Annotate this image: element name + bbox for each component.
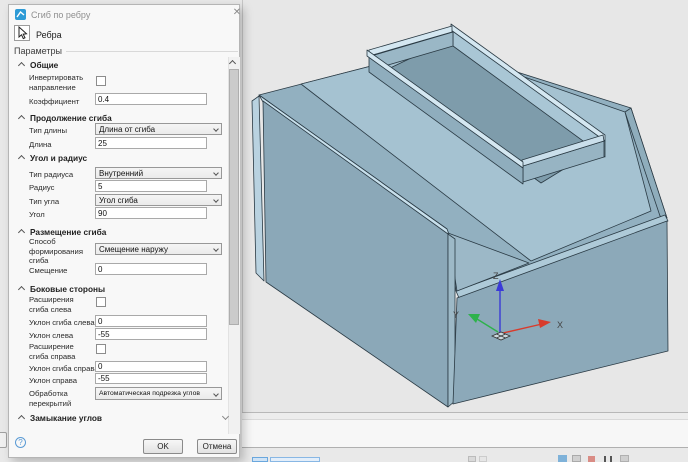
overlap-handling-dropdown[interactable]: Автоматическая подрезка углов — [95, 387, 222, 400]
chevron-down-icon — [213, 197, 219, 203]
length-input[interactable] — [95, 137, 207, 149]
bottom-toolbar-icon[interactable] — [558, 455, 567, 462]
extend-right-checkbox[interactable] — [96, 344, 106, 354]
forming-method-value: Смещение наружу — [99, 245, 168, 254]
bottom-toolbar-icon[interactable] — [468, 456, 476, 462]
bottom-toolbar-icon[interactable] — [620, 455, 629, 462]
edge-selector-label: Ребра — [36, 30, 62, 40]
bottom-toolbar-icon[interactable] — [610, 456, 612, 462]
forming-method-dropdown[interactable]: Смещение наружу — [95, 243, 222, 255]
dialog-bend-icon — [15, 9, 26, 20]
extend-left-label: Расширения сгиба слева — [29, 295, 93, 314]
divider — [66, 51, 238, 52]
coefficient-label: Коэффициент — [29, 97, 79, 107]
slope-bend-right-input[interactable] — [95, 361, 207, 372]
sheet-metal-model: Z X Y — [243, 0, 688, 412]
y-axis-label: Y — [453, 310, 459, 320]
chevron-down-icon — [213, 170, 219, 176]
invert-direction-checkbox[interactable] — [96, 76, 106, 86]
length-label: Длина — [29, 140, 52, 150]
angle-label: Угол — [29, 210, 45, 220]
chevron-down-icon — [213, 391, 219, 397]
slope-left-input[interactable] — [95, 328, 207, 340]
overlap-handling-label: Обработка перекрытий — [29, 389, 89, 408]
close-icon[interactable]: ✕ — [231, 7, 243, 19]
help-icon[interactable]: ? — [15, 437, 26, 448]
bottom-toolbar-icon[interactable] — [588, 456, 595, 462]
cancel-button[interactable]: Отмена — [197, 439, 237, 454]
viewport-lower-strip — [242, 412, 688, 420]
collapse-icon[interactable] — [18, 415, 25, 422]
slope-bend-left-label: Уклон сгиба слева — [29, 318, 95, 328]
offset-input[interactable] — [95, 263, 207, 275]
chevron-down-icon — [213, 246, 219, 252]
slope-bend-left-input[interactable] — [95, 315, 207, 327]
slope-left-label: Уклон слева — [29, 331, 73, 341]
group-header-continuation[interactable]: Продолжение сгиба — [30, 113, 112, 123]
coefficient-input[interactable] — [95, 93, 207, 105]
extend-right-label: Расширение сгиба справа — [29, 342, 93, 361]
cursor-arrow-icon — [15, 26, 29, 40]
3d-viewport[interactable]: Z X Y — [242, 0, 688, 412]
angle-type-label: Тип угла — [29, 197, 59, 207]
bottom-toolbar-icon[interactable] — [479, 456, 487, 462]
chevron-down-icon — [213, 126, 219, 132]
radius-label: Радиус — [29, 183, 55, 193]
bend-on-edge-dialog: Сгиб по ребру ✕ Ребра Параметры Общие Ин… — [8, 4, 240, 458]
radius-type-value: Внутренний — [99, 169, 143, 178]
slope-bend-right-label: Уклон сгиба справа — [29, 364, 99, 374]
parameters-caption: Параметры — [14, 46, 62, 56]
ok-button[interactable]: OK — [143, 439, 183, 454]
group-header-corner-closure[interactable]: Замыкание углов — [30, 413, 102, 423]
group-header-general[interactable]: Общие — [30, 60, 58, 70]
dialog-title: Сгиб по ребру — [31, 10, 90, 20]
angle-type-value: Угол сгиба — [99, 196, 138, 205]
collapse-icon[interactable] — [18, 62, 25, 69]
collapse-icon[interactable] — [18, 155, 25, 162]
overlap-handling-value: Автоматическая подрезка углов — [99, 390, 200, 397]
invert-direction-label: Инвертировать направление — [29, 73, 93, 92]
edge-selector-button[interactable] — [14, 25, 30, 41]
radius-type-dropdown[interactable]: Внутренний — [95, 167, 222, 179]
angle-input[interactable] — [95, 207, 207, 219]
collapse-icon[interactable] — [18, 229, 25, 236]
group-header-placement[interactable]: Размещение сгиба — [30, 227, 106, 237]
offset-label: Смещение — [29, 266, 67, 276]
slope-right-input[interactable] — [95, 373, 207, 384]
prompt-bar — [242, 420, 688, 448]
extend-left-checkbox[interactable] — [96, 297, 106, 307]
forming-method-label: Способ формирования сгиба — [29, 237, 89, 266]
bottom-toolbar-active-button[interactable] — [252, 457, 268, 462]
bottom-toolbar-icon[interactable] — [604, 456, 606, 462]
length-type-label: Тип длины — [29, 126, 67, 136]
bottom-toolbar-tab[interactable] — [270, 457, 320, 462]
clipped-side-button[interactable] — [0, 432, 7, 448]
angle-type-dropdown[interactable]: Угол сгиба — [95, 194, 222, 206]
slope-right-label: Уклон справа — [29, 376, 77, 386]
x-axis-label: X — [557, 320, 563, 330]
scrollbar-thumb[interactable] — [229, 69, 239, 325]
bottom-toolbar-icon[interactable] — [572, 455, 581, 462]
z-axis-label: Z — [493, 271, 499, 281]
length-type-dropdown[interactable]: Длина от сгиба — [95, 123, 222, 135]
model-left-edge-strip — [252, 96, 264, 281]
radius-type-label: Тип радиуса — [29, 170, 73, 180]
radius-input[interactable] — [95, 180, 207, 192]
collapse-icon[interactable] — [18, 115, 25, 122]
group-header-sides[interactable]: Боковые стороны — [30, 284, 105, 294]
group-header-angle-radius[interactable]: Угол и радиус — [30, 153, 87, 163]
collapse-icon[interactable] — [18, 286, 25, 293]
length-type-value: Длина от сгиба — [99, 125, 155, 134]
